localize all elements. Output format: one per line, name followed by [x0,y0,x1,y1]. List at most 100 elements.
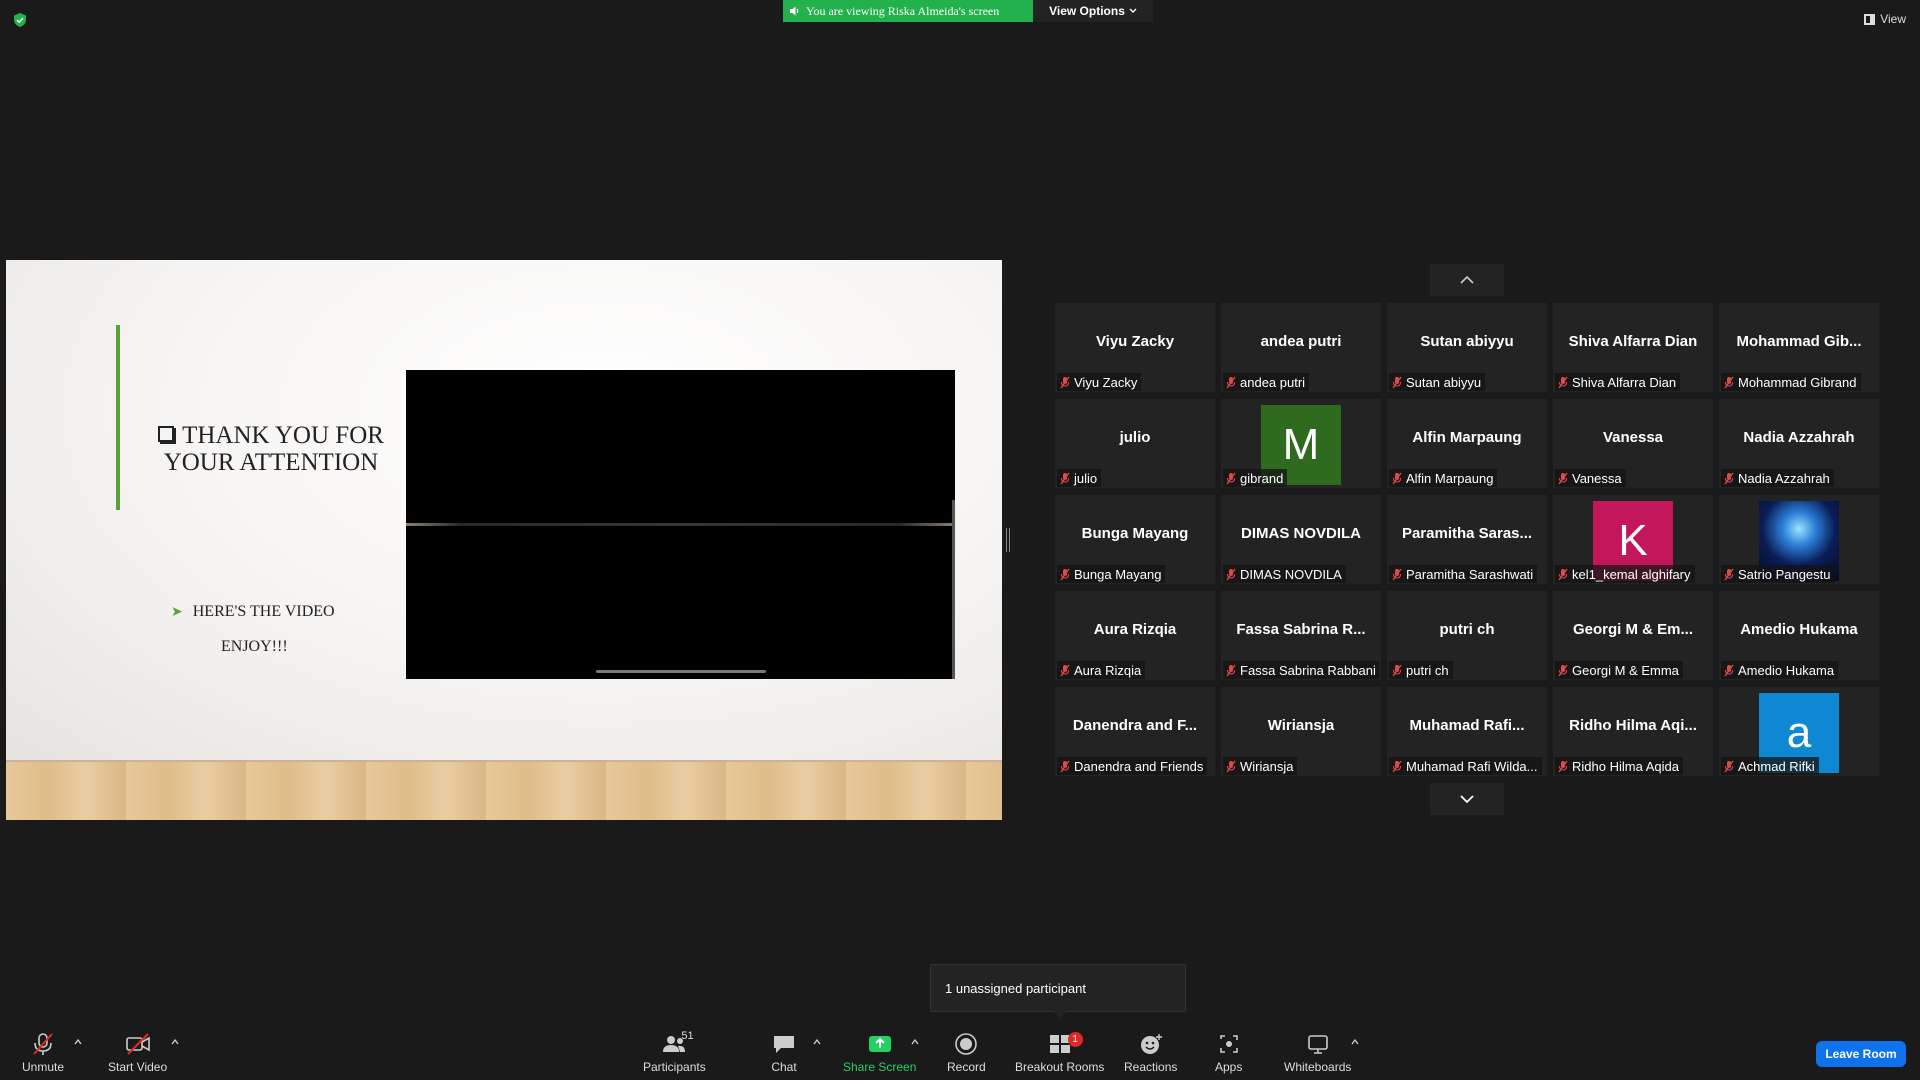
participant-tile[interactable]: Kkel1_kemal alghifary [1553,495,1713,584]
chat-button[interactable]: Chat [771,1030,797,1074]
whiteboard-options-chevron-icon[interactable] [1350,1038,1360,1046]
viewing-screen-banner: You are viewing Riska Almeida's screen [783,0,1033,22]
breakout-rooms-button[interactable]: 1 Breakout Rooms [1015,1030,1104,1074]
participant-display-name: Sutan abiyyu [1420,333,1514,350]
participant-tile[interactable]: julio julio [1055,399,1215,488]
participant-name: Paramitha Sarashwati [1406,566,1534,582]
record-button[interactable]: Record [947,1030,986,1074]
participant-tile[interactable]: Shiva Alfarra Dian Shiva Alfarra Dian [1553,303,1713,392]
muted-mic-icon [1724,760,1734,772]
muted-mic-icon [33,1033,53,1055]
audio-options-chevron-icon[interactable] [73,1038,83,1046]
participant-display-name: Mohammad Gib... [1736,333,1862,350]
participant-name: Aura Rizqia [1074,662,1142,678]
apps-button[interactable]: Apps [1215,1030,1242,1074]
video-scanline [406,523,955,526]
participant-name: Viyu Zacky [1074,374,1138,390]
record-label: Record [947,1060,986,1074]
shared-screen[interactable]: THANK YOU FOR YOUR ATTENTION ➤ HERE'S THE… [6,260,1002,820]
chat-icon [774,1036,794,1053]
embedded-video[interactable] [406,370,955,679]
participant-tile[interactable]: Alfin Marpaung Alfin Marpaung [1387,399,1547,488]
participant-display-name: Fassa Sabrina R... [1236,621,1366,638]
participant-gallery: Viyu Zacky Viyu Zacky andea putri andea put… [1055,303,1880,776]
participant-name: Sutan abiyyu [1406,374,1482,390]
participant-name-caption: Paramitha Sarashwati [1389,565,1538,583]
participant-tile[interactable]: Amedio Hukama Amedio Hukama [1719,591,1879,680]
participant-tile[interactable]: a Achmad Rifki [1719,687,1879,776]
breakout-rooms-label: Breakout Rooms [1015,1060,1105,1074]
participant-tile[interactable]: Ridho Hilma Aqi... Ridho Hilma Aqida [1553,687,1713,776]
participant-name-caption: kel1_kemal alghifary [1555,565,1695,583]
video-options-chevron-icon[interactable] [170,1038,180,1046]
whiteboards-button[interactable]: Whiteboards [1284,1030,1351,1074]
participant-name-caption: gibrand [1223,469,1288,487]
participant-display-name: Alfin Marpaung [1412,429,1522,446]
participant-name: Achmad Rifki [1738,758,1815,774]
participant-tile[interactable]: Mohammad Gib... Mohammad Gibrand [1719,303,1879,392]
view-options-button[interactable]: View Options [1033,0,1153,22]
participant-tile[interactable]: putri ch putri ch [1387,591,1547,680]
slide-accent-line [116,325,120,510]
participant-tile[interactable]: DIMAS NOVDILA DIMAS NOVDILA [1221,495,1381,584]
participant-name: putri ch [1406,662,1449,678]
participant-display-name: Georgi M & Em... [1572,621,1693,638]
participant-tile[interactable]: Fassa Sabrina R... Fassa Sabrina Rabbani [1221,591,1381,680]
checkbox-bullet-icon [158,426,175,442]
participant-name: Amedio Hukama [1738,662,1835,678]
participants-button[interactable]: 51 Participants [643,1030,706,1074]
participant-name-caption: Nadia Azzahrah [1721,469,1834,487]
muted-mic-icon [1060,568,1070,580]
smiley-icon [1140,1034,1162,1054]
whiteboard-icon [1307,1035,1328,1054]
participant-tile[interactable]: Paramitha Saras... Paramitha Sarashwati [1387,495,1547,584]
participant-tile[interactable]: Bunga Mayang Bunga Mayang [1055,495,1215,584]
participant-tile[interactable]: Vanessa Vanessa [1553,399,1713,488]
share-options-chevron-icon[interactable] [910,1038,920,1046]
participant-tile[interactable]: Georgi M & Em... Georgi M & Emma [1553,591,1713,680]
video-progress-bar[interactable] [596,670,766,673]
share-screen-button[interactable]: Share Screen [843,1030,916,1074]
participant-name: Shiva Alfarra Dian [1572,374,1677,390]
participant-tile[interactable]: Viyu Zacky Viyu Zacky [1055,303,1215,392]
encryption-shield-icon[interactable] [12,12,28,28]
participant-tile[interactable]: Aura Rizqia Aura Rizqia [1055,591,1215,680]
participant-tile[interactable]: Sutan abiyyu Sutan abiyyu [1387,303,1547,392]
participant-name-caption: Amedio Hukama [1721,661,1839,679]
participant-display-name: DIMAS NOVDILA [1241,525,1361,542]
chat-options-chevron-icon[interactable] [812,1038,822,1046]
muted-mic-icon [1226,472,1236,484]
participant-name: Mohammad Gibrand [1738,374,1857,390]
participant-display-name: Muhamad Rafi... [1409,717,1525,734]
muted-mic-icon [1226,376,1236,388]
video-off-icon [125,1033,150,1055]
gallery-page-up-button[interactable] [1430,264,1504,296]
participant-tile[interactable]: Mgibrand [1221,399,1381,488]
view-button[interactable]: View [1864,12,1906,26]
leave-room-label: Leave Room [1825,1047,1897,1061]
leave-room-button[interactable]: Leave Room [1816,1041,1906,1067]
start-video-label: Start Video [108,1060,168,1074]
participants-label: Participants [643,1060,706,1074]
muted-mic-icon [1392,472,1402,484]
participant-name: Vanessa [1572,470,1622,486]
participant-name: Alfin Marpaung [1406,470,1494,486]
participant-name-caption: Danendra and Friends [1057,757,1208,775]
start-video-button[interactable]: Start Video [108,1030,167,1074]
splitter-handle[interactable] [1006,528,1010,552]
participant-name: julio [1074,470,1098,486]
participant-display-name: Viyu Zacky [1095,333,1175,350]
gallery-page-down-button[interactable] [1430,783,1504,815]
participant-tile[interactable]: andea putri andea putri [1221,303,1381,392]
participant-tile[interactable]: Danendra and F... Danendra and Friends [1055,687,1215,776]
participant-name: andea putri [1240,374,1306,390]
participant-tile[interactable]: Wiriansja Wiriansja [1221,687,1381,776]
unmute-button[interactable]: Unmute [22,1030,64,1074]
reactions-button[interactable]: Reactions [1124,1030,1177,1074]
participant-tile[interactable]: Nadia Azzahrah Nadia Azzahrah [1719,399,1879,488]
breakout-notification-badge: 1 [1067,1032,1083,1047]
muted-mic-icon [1226,760,1236,772]
muted-mic-icon [1392,760,1402,772]
participant-tile[interactable]: Satrio Pangestu [1719,495,1879,584]
participant-tile[interactable]: Muhamad Rafi... Muhamad Rafi Wilda... [1387,687,1547,776]
